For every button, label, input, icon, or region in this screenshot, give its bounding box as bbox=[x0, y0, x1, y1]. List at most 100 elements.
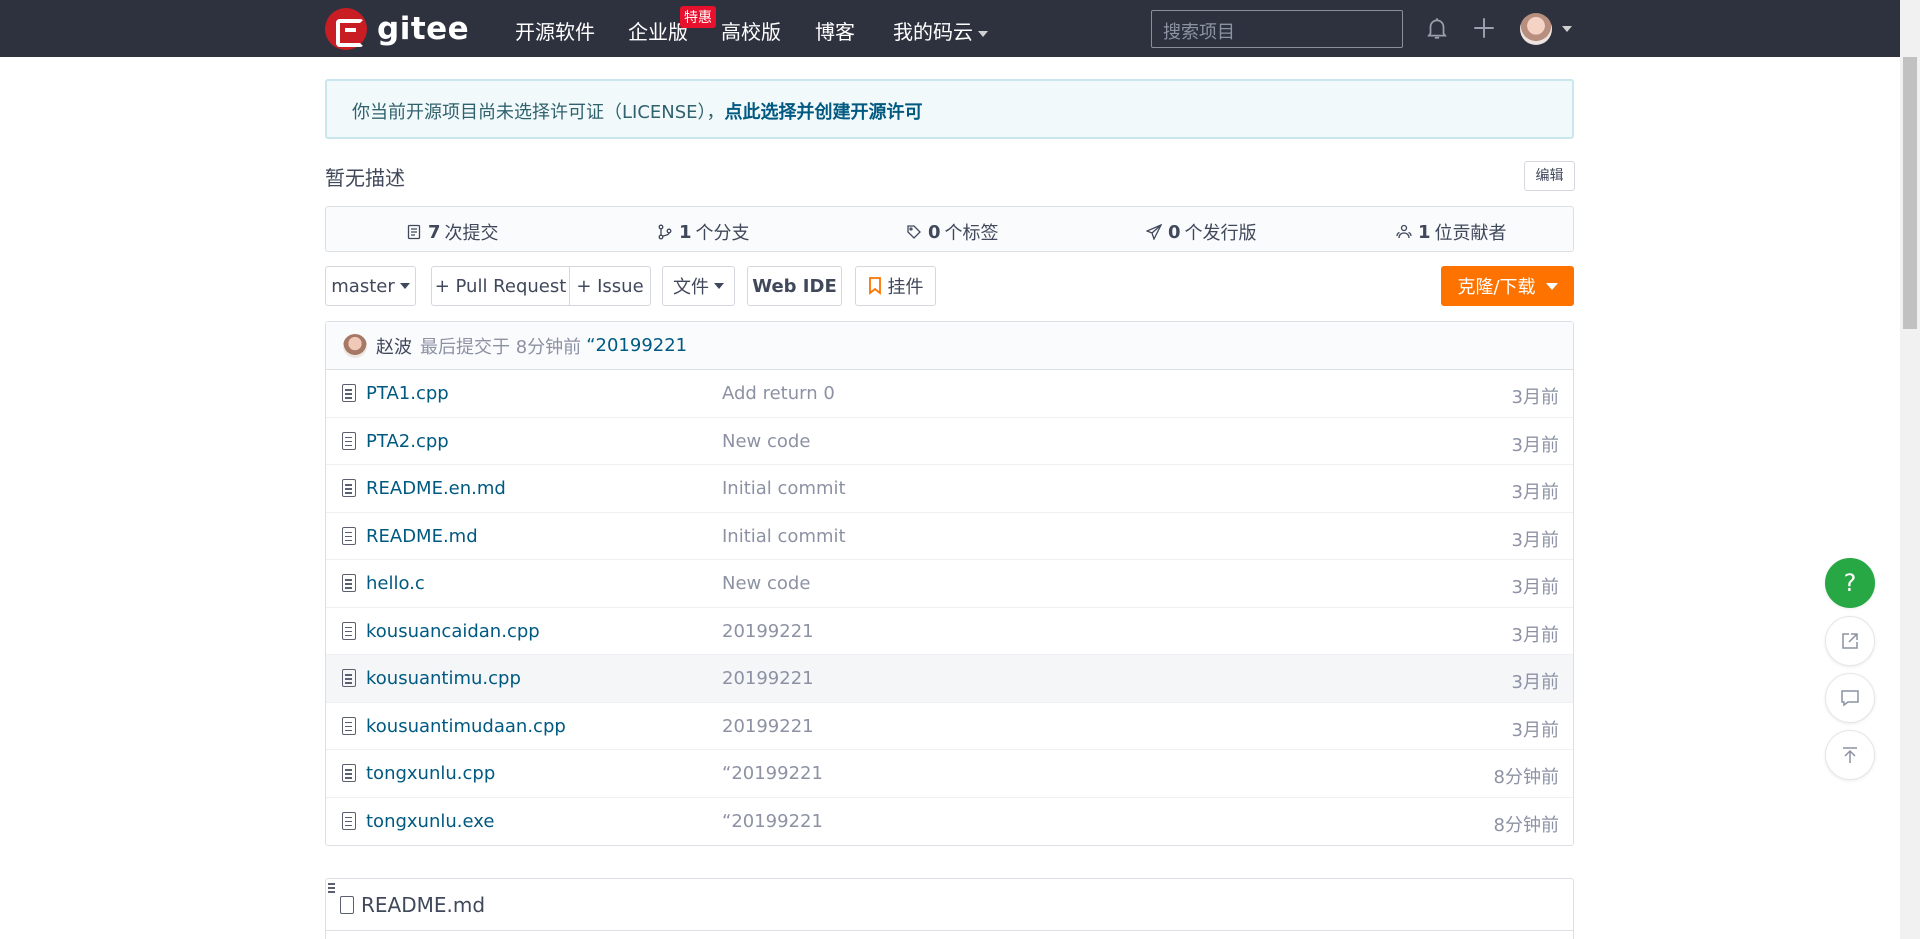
web-ide-button[interactable]: Web IDE bbox=[747, 266, 842, 306]
file-commit-time: 8分钟前 bbox=[1493, 767, 1559, 788]
file-name-link[interactable]: kousuantimu.cpp bbox=[366, 668, 521, 689]
file-name-link[interactable]: PTA2.cpp bbox=[366, 431, 449, 452]
chat-icon bbox=[1841, 690, 1859, 707]
search-input[interactable]: 搜索项目 bbox=[1151, 10, 1403, 48]
files-dropdown[interactable]: 文件 bbox=[662, 266, 735, 306]
file-row[interactable]: kousuancaidan.cpp 20199221 3月前 bbox=[326, 608, 1573, 655]
clone-download-button[interactable]: 克隆/下载 bbox=[1441, 266, 1574, 306]
stat-contributors-label: 位贡献者 bbox=[1434, 223, 1507, 244]
nav-university[interactable]: 高校版 bbox=[721, 16, 781, 45]
file-icon bbox=[342, 669, 356, 687]
bell-icon[interactable] bbox=[1424, 15, 1450, 41]
branch-select[interactable]: master bbox=[325, 266, 416, 306]
file-commit-message[interactable]: New code bbox=[722, 431, 810, 452]
file-list: 赵波 最后提交于 8分钟前 “20199221 PTA1.cpp Add retu… bbox=[325, 321, 1574, 846]
file-commit-message[interactable]: New code bbox=[722, 573, 810, 594]
pull-request-button[interactable]: + Pull Request bbox=[431, 266, 570, 306]
chevron-down-icon bbox=[978, 30, 988, 37]
issue-button[interactable]: + Issue bbox=[569, 266, 651, 306]
feedback-button[interactable] bbox=[1825, 673, 1875, 723]
file-row[interactable]: PTA2.cpp New code 3月前 bbox=[326, 418, 1573, 465]
file-commit-message[interactable]: 20199221 bbox=[722, 668, 814, 689]
readme-header: README.md bbox=[326, 879, 1573, 931]
nav-open-source[interactable]: 开源软件 bbox=[515, 16, 595, 45]
page-scrollbar[interactable] bbox=[1900, 0, 1920, 939]
stat-commits[interactable]: 7 次提交 bbox=[406, 219, 499, 245]
file-name-link[interactable]: PTA1.cpp bbox=[366, 383, 449, 404]
avatar-chevron-down-icon[interactable] bbox=[1562, 26, 1572, 32]
nav-enterprise[interactable]: 企业版 bbox=[628, 16, 688, 45]
nav-my-gitee-label: 我的码云 bbox=[893, 20, 973, 44]
back-to-top-button[interactable] bbox=[1825, 730, 1875, 780]
user-avatar[interactable] bbox=[1520, 13, 1552, 45]
latest-commit-bar: 赵波 最后提交于 8分钟前 “20199221 bbox=[326, 322, 1573, 370]
file-commit-time: 3月前 bbox=[1511, 577, 1559, 598]
commit-meta: 最后提交于 8分钟前 bbox=[420, 336, 582, 358]
file-name-link[interactable]: hello.c bbox=[366, 573, 425, 594]
file-commit-message[interactable]: Initial commit bbox=[722, 526, 846, 547]
create-license-link[interactable]: 点此选择并创建开源许可 bbox=[725, 102, 923, 123]
file-icon bbox=[342, 574, 356, 592]
file-commit-time: 3月前 bbox=[1511, 624, 1559, 646]
stat-tags[interactable]: 0 个标签 bbox=[906, 219, 999, 245]
file-row[interactable]: tongxunlu.cpp “20199221 8分钟前 bbox=[326, 750, 1573, 798]
nav-blog[interactable]: 博客 bbox=[815, 16, 855, 45]
file-name-link[interactable]: tongxunlu.cpp bbox=[366, 763, 495, 784]
tag-icon bbox=[907, 225, 921, 239]
nav-my-gitee[interactable]: 我的码云 bbox=[893, 16, 988, 45]
file-name-link[interactable]: tongxunlu.exe bbox=[366, 811, 494, 832]
widget-button[interactable]: 挂件 bbox=[855, 266, 936, 306]
file-commit-message[interactable]: 20199221 bbox=[722, 716, 814, 737]
commit-author[interactable]: 赵波 bbox=[376, 333, 412, 359]
file-commit-message[interactable]: “20199221 bbox=[722, 763, 823, 784]
file-commit-time: 3月前 bbox=[1511, 672, 1559, 693]
plus-icon[interactable] bbox=[1471, 15, 1497, 41]
file-commit-message[interactable]: Add return 0 bbox=[722, 383, 835, 404]
readme-title: README.md bbox=[361, 892, 486, 917]
chevron-down-icon bbox=[399, 283, 410, 289]
file-commit-time: 3月前 bbox=[1511, 529, 1559, 551]
edit-description-button[interactable]: 编辑 bbox=[1524, 161, 1575, 191]
stat-releases[interactable]: 0 个发行版 bbox=[1146, 219, 1257, 245]
file-row[interactable]: tongxunlu.exe “20199221 8分钟前 bbox=[326, 798, 1573, 846]
file-row[interactable]: kousuantimu.cpp 20199221 3月前 bbox=[326, 655, 1573, 703]
file-commit-time: 3月前 bbox=[1511, 387, 1559, 408]
file-row[interactable]: README.md Initial commit 3月前 bbox=[326, 513, 1573, 560]
gitee-logo[interactable]: gitee bbox=[325, 8, 469, 50]
license-notice: 你当前开源项目尚未选择许可证（LICENSE），点此选择并创建开源许可 bbox=[325, 79, 1574, 139]
chevron-down-icon bbox=[714, 283, 724, 289]
share-icon bbox=[1842, 633, 1858, 649]
arrow-up-icon bbox=[1843, 747, 1857, 763]
repo-description: 暂无描述 bbox=[325, 166, 405, 190]
stat-contributors[interactable]: 1 位贡献者 bbox=[1396, 219, 1507, 245]
commit-author-avatar[interactable] bbox=[343, 333, 367, 358]
stat-commits-label: 次提交 bbox=[444, 223, 499, 244]
file-row[interactable]: README.en.md Initial commit 3月前 bbox=[326, 465, 1573, 513]
clone-download-label: 克隆/下载 bbox=[1457, 277, 1536, 298]
scroll-thumb[interactable] bbox=[1903, 57, 1917, 329]
file-icon bbox=[342, 764, 356, 782]
help-button[interactable]: ? bbox=[1825, 558, 1875, 608]
license-notice-text: 你当前开源项目尚未选择许可证（LICENSE）， bbox=[352, 102, 725, 123]
file-row[interactable]: hello.c New code 3月前 bbox=[326, 560, 1573, 608]
file-icon bbox=[342, 479, 356, 497]
file-name-link[interactable]: kousuancaidan.cpp bbox=[366, 621, 540, 642]
file-icon bbox=[342, 431, 356, 450]
file-icon bbox=[340, 895, 354, 914]
stat-branches[interactable]: 1 个分支 bbox=[657, 219, 750, 245]
commit-message[interactable]: “20199221 bbox=[586, 335, 687, 356]
file-commit-time: 3月前 bbox=[1511, 719, 1559, 741]
file-commit-message[interactable]: “20199221 bbox=[722, 811, 823, 832]
file-row[interactable]: PTA1.cpp Add return 0 3月前 bbox=[326, 370, 1573, 418]
file-row[interactable]: kousuantimudaan.cpp 20199221 3月前 bbox=[326, 703, 1573, 750]
file-commit-message[interactable]: 20199221 bbox=[722, 621, 814, 642]
file-name-link[interactable]: kousuantimudaan.cpp bbox=[366, 716, 566, 737]
stat-branches-label: 个分支 bbox=[695, 223, 750, 244]
file-commit-message[interactable]: Initial commit bbox=[722, 478, 846, 499]
stat-releases-label: 个发行版 bbox=[1184, 223, 1257, 244]
file-icon bbox=[342, 716, 356, 735]
share-button[interactable] bbox=[1825, 616, 1875, 666]
commit-list-icon bbox=[407, 224, 421, 240]
file-name-link[interactable]: README.en.md bbox=[366, 478, 506, 499]
file-name-link[interactable]: README.md bbox=[366, 526, 478, 547]
